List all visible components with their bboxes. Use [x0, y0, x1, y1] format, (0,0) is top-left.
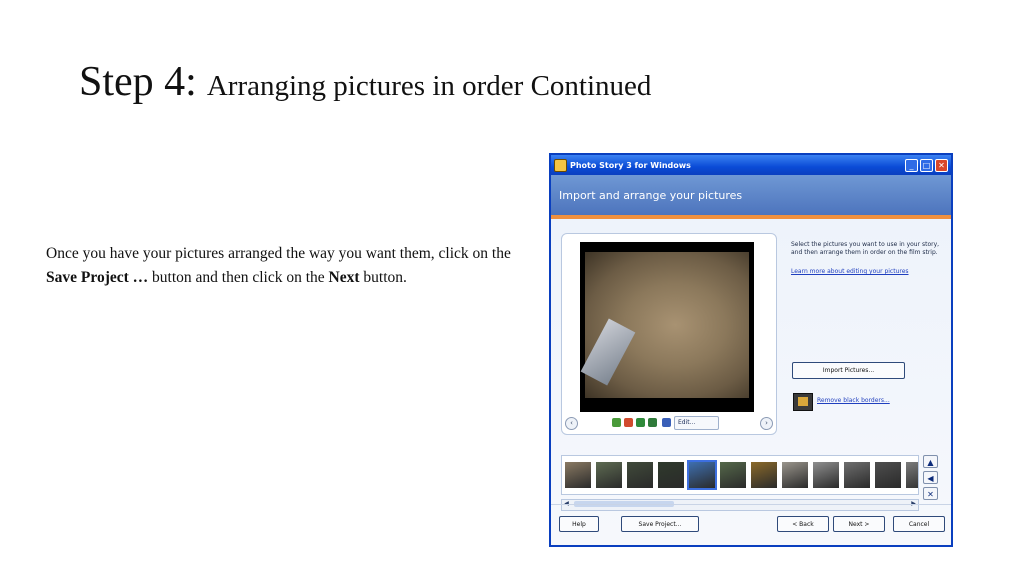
edit-button[interactable]: Edit...	[674, 416, 719, 430]
body-text-part: button.	[359, 268, 407, 286]
maximize-button[interactable]: □	[920, 158, 933, 172]
remove-borders-icon[interactable]	[793, 393, 813, 411]
remove-picture-icon[interactable]	[662, 418, 671, 427]
delete-picture-button[interactable]: ✕	[923, 487, 938, 500]
wizard-header: Import and arrange your pictures	[551, 175, 951, 219]
save-project-button[interactable]: Save Project...	[621, 516, 699, 532]
wizard-content: ‹ Edit... › Select the pictures you want…	[551, 219, 951, 545]
slide-title-text: Arranging pictures in order Continued	[206, 70, 652, 102]
learn-more-link[interactable]: Learn more about editing your pictures	[791, 268, 909, 275]
preview-image	[580, 242, 754, 412]
slide-body-text: Once you have your pictures arranged the…	[46, 242, 536, 290]
photo-story-window: Photo Story 3 for Windows _ □ ✕ Import a…	[549, 153, 953, 547]
move-up-button[interactable]: ▲	[923, 455, 938, 468]
preview-panel: ‹ Edit... ›	[561, 233, 777, 435]
close-button[interactable]: ✕	[935, 158, 948, 172]
back-button[interactable]: < Back	[777, 516, 829, 532]
wizard-button-bar: Help Save Project... < Back Next > Cance…	[551, 504, 951, 545]
preview-photo	[585, 252, 749, 398]
film-strip-thumbnail[interactable]	[687, 460, 717, 490]
app-icon	[554, 158, 567, 172]
film-strip-thumbnail[interactable]	[875, 462, 901, 488]
next-button[interactable]: Next >	[833, 516, 885, 532]
film-strip-thumbnail[interactable]	[844, 462, 870, 488]
body-text-part: Once you have your pictures arranged the…	[46, 244, 511, 262]
minimize-button[interactable]: _	[905, 158, 918, 172]
body-text-part: button and then click on the	[148, 268, 329, 286]
help-button[interactable]: Help	[559, 516, 599, 532]
film-strip-thumbnail[interactable]	[751, 462, 777, 488]
rotate-left-icon[interactable]	[612, 418, 621, 427]
instructions-text: Select the pictures you want to use in y…	[791, 241, 940, 256]
move-left-button[interactable]: ◀	[923, 471, 938, 484]
film-strip-thumbnail[interactable]	[627, 462, 653, 488]
body-text-next: Next	[328, 268, 360, 286]
film-strip-thumbnail[interactable]	[782, 462, 808, 488]
cancel-button[interactable]: Cancel	[893, 516, 945, 532]
window-titlebar[interactable]: Photo Story 3 for Windows _ □ ✕	[551, 155, 951, 175]
import-pictures-button[interactable]: Import Pictures...	[792, 362, 905, 379]
film-strip-thumbnail[interactable]	[813, 462, 839, 488]
body-text-save-project: Save Project …	[46, 268, 149, 286]
next-picture-button[interactable]: ›	[760, 417, 773, 430]
slide-title-step: Step 4:	[79, 59, 197, 105]
film-strip-thumbnail[interactable]	[658, 462, 684, 488]
film-strip-thumbnail[interactable]	[565, 462, 591, 488]
window-title: Photo Story 3 for Windows	[570, 160, 691, 170]
color-correct-icon[interactable]	[624, 418, 633, 427]
slide-title: Step 4: Arranging pictures in order Conti…	[79, 58, 651, 106]
preview-toolbar: ‹ Edit... ›	[562, 416, 776, 430]
previous-picture-button[interactable]: ‹	[565, 417, 578, 430]
film-strip	[561, 455, 919, 495]
wizard-header-title: Import and arrange your pictures	[559, 188, 743, 202]
remove-black-borders-link[interactable]: Remove black borders...	[817, 397, 890, 404]
rotate-icon[interactable]	[636, 418, 645, 427]
film-strip-thumbnail[interactable]	[720, 462, 746, 488]
film-strip-thumbnail[interactable]	[596, 462, 622, 488]
film-strip-thumbnail[interactable]	[906, 462, 918, 488]
rotate-right-icon[interactable]	[648, 418, 657, 427]
film-strip-thumbnails	[565, 460, 918, 490]
